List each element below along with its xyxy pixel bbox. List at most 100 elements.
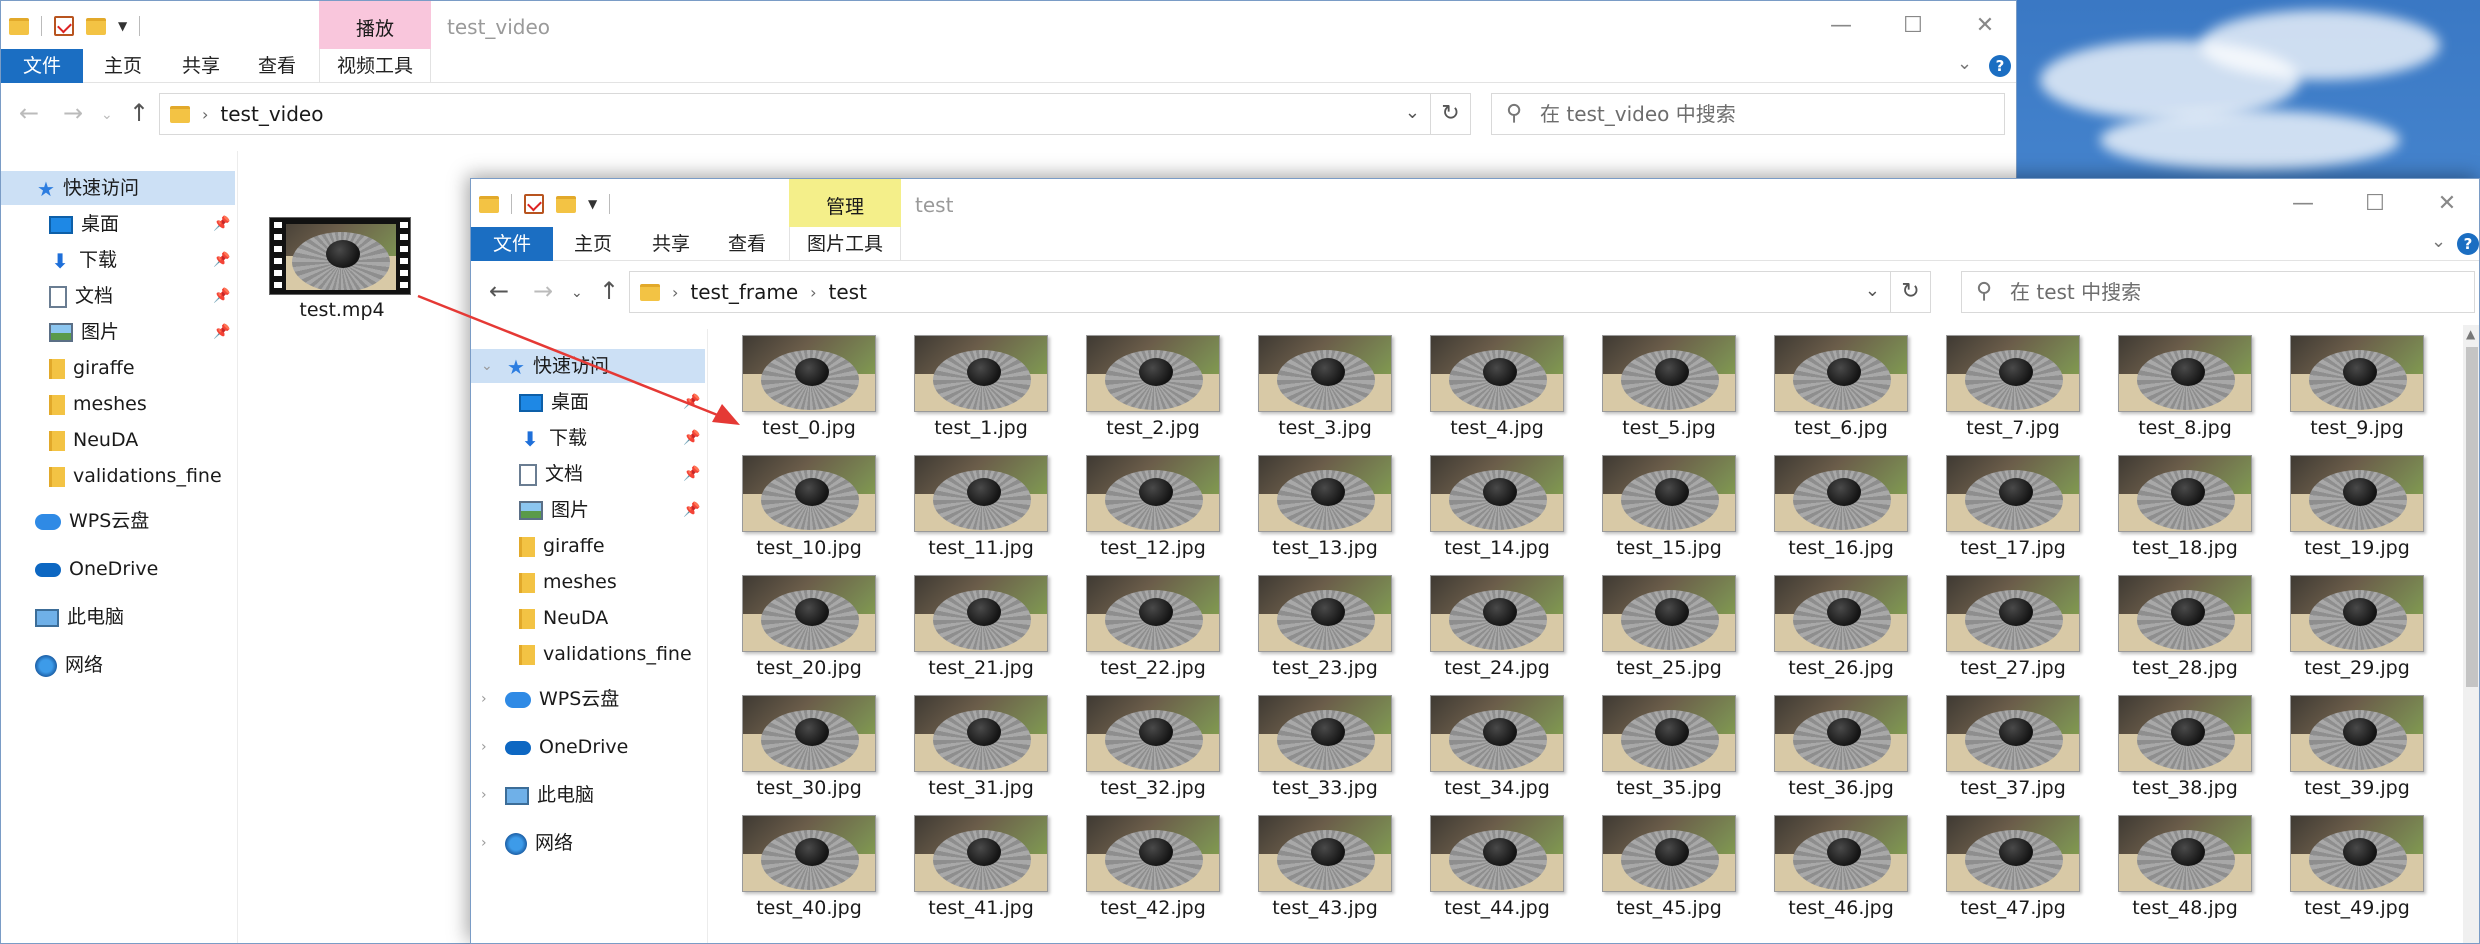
customize-toolbar-dropdown-icon[interactable]: ▼ bbox=[118, 19, 127, 33]
recent-locations-icon[interactable]: ⌄ bbox=[101, 107, 113, 123]
file-name: test_8.jpg bbox=[2138, 417, 2232, 439]
nav-item-folder[interactable]: NeuDA bbox=[1, 423, 235, 457]
nav-item-download[interactable]: ⬇ 下载 📌 bbox=[1, 243, 235, 277]
nav-item-computer[interactable]: › 此电脑 bbox=[471, 778, 705, 812]
tab-home[interactable]: 主页 bbox=[93, 49, 153, 83]
file-name: test_43.jpg bbox=[1272, 897, 1378, 919]
properties-icon[interactable] bbox=[524, 194, 544, 214]
image-thumbnail bbox=[1258, 695, 1392, 772]
nav-item-pictures[interactable]: 图片 📌 bbox=[471, 493, 705, 527]
file-name: test.mp4 bbox=[299, 299, 385, 321]
nav-item-onedrive[interactable]: › OneDrive bbox=[471, 730, 705, 764]
nav-item-label: giraffe bbox=[543, 535, 605, 557]
file-name: test_1.jpg bbox=[934, 417, 1028, 439]
tab-file[interactable]: 文件 bbox=[1, 49, 83, 83]
breadcrumb-test-frame[interactable]: test_frame bbox=[690, 280, 798, 304]
folder-icon bbox=[170, 105, 190, 123]
tab-share[interactable]: 共享 bbox=[171, 49, 231, 83]
refresh-icon[interactable]: ↻ bbox=[1891, 271, 1931, 313]
back-arrow-icon[interactable]: ← bbox=[489, 277, 509, 305]
address-dropdown-icon[interactable]: ⌄ bbox=[1865, 280, 1880, 301]
address-bar[interactable]: › test_frame › test ⌄ bbox=[629, 271, 1891, 313]
nav-item-pictures[interactable]: 图片 📌 bbox=[1, 315, 235, 349]
tab-view[interactable]: 查看 bbox=[247, 49, 307, 83]
search-box[interactable]: ⚲ 在 test_video 中搜索 bbox=[1491, 93, 2005, 135]
nav-item-desktop[interactable]: 桌面 📌 bbox=[1, 207, 235, 241]
forward-arrow-icon[interactable]: → bbox=[533, 277, 553, 305]
desktop-icon bbox=[519, 393, 543, 412]
expand-chevron-icon[interactable]: › bbox=[481, 682, 487, 716]
minimize-icon[interactable]: — bbox=[1805, 9, 1877, 43]
nav-item-folder[interactable]: NeuDA bbox=[471, 601, 705, 635]
title-bar[interactable]: ▼ 播放 test_video — ☐ ✕ bbox=[1, 1, 2016, 81]
scrollbar-thumb[interactable] bbox=[2466, 347, 2478, 687]
address-bar[interactable]: › test_video ⌄ bbox=[159, 93, 1431, 135]
nav-item-onedrive[interactable]: OneDrive bbox=[1, 552, 235, 586]
nav-item-document[interactable]: 文档 📌 bbox=[1, 279, 235, 313]
image-thumbnail bbox=[2290, 455, 2424, 532]
nav-item-folder[interactable]: meshes bbox=[471, 565, 705, 599]
maximize-icon[interactable]: ☐ bbox=[1877, 9, 1949, 43]
help-icon[interactable]: ? bbox=[1989, 55, 2011, 77]
ribbon-expand-icon[interactable]: ⌄ bbox=[1957, 53, 1972, 74]
file-name: test_20.jpg bbox=[756, 657, 862, 679]
tab-file[interactable]: 文件 bbox=[471, 227, 553, 261]
nav-item-label: OneDrive bbox=[539, 736, 629, 758]
explorer-window-test[interactable]: ▼ 管理 test — ☐ ✕ 文件 主页 共享 查看 图片工具 ⌄ ? ← →… bbox=[470, 178, 2480, 944]
title-bar[interactable]: ▼ 管理 test — ☐ ✕ bbox=[471, 179, 2479, 259]
nav-item-label: 快速访问 bbox=[62, 177, 139, 199]
expand-chevron-icon[interactable]: › bbox=[481, 778, 487, 812]
tab-view[interactable]: 查看 bbox=[717, 227, 777, 261]
nav-item-star[interactable]: ⌄ ★ 快速访问 bbox=[471, 349, 705, 383]
customize-toolbar-dropdown-icon[interactable]: ▼ bbox=[588, 197, 597, 211]
new-folder-icon[interactable] bbox=[86, 17, 106, 35]
expand-chevron-icon[interactable]: › bbox=[481, 826, 487, 860]
nav-item-network[interactable]: › 网络 bbox=[471, 826, 705, 860]
address-dropdown-icon[interactable]: ⌄ bbox=[1405, 102, 1420, 123]
back-arrow-icon[interactable]: ← bbox=[19, 99, 39, 127]
scroll-up-icon[interactable]: ▲ bbox=[2466, 327, 2475, 341]
tab-home[interactable]: 主页 bbox=[563, 227, 623, 261]
nav-item-star[interactable]: ★ 快速访问 bbox=[1, 171, 235, 205]
tab-picture-tools[interactable]: 图片工具 bbox=[789, 227, 901, 261]
image-thumbnail bbox=[1086, 575, 1220, 652]
up-arrow-icon[interactable]: ↑ bbox=[599, 277, 619, 305]
nav-item-folder[interactable]: meshes bbox=[1, 387, 235, 421]
nav-item-cloud[interactable]: › WPS云盘 bbox=[471, 682, 705, 716]
tab-video-tools[interactable]: 视频工具 bbox=[319, 49, 431, 83]
image-thumbnail bbox=[1430, 815, 1564, 892]
nav-item-desktop[interactable]: 桌面 📌 bbox=[471, 385, 705, 419]
search-box[interactable]: ⚲ 在 test 中搜索 bbox=[1961, 271, 2475, 313]
breadcrumb-test-video[interactable]: test_video bbox=[220, 102, 323, 126]
help-icon[interactable]: ? bbox=[2457, 233, 2479, 255]
up-arrow-icon[interactable]: ↑ bbox=[129, 99, 149, 127]
nav-item-cloud[interactable]: WPS云盘 bbox=[1, 504, 235, 538]
breadcrumb-test[interactable]: test bbox=[829, 280, 867, 304]
nav-item-folder[interactable]: giraffe bbox=[1, 351, 235, 385]
image-thumbnail bbox=[1086, 455, 1220, 532]
expand-chevron-icon[interactable]: › bbox=[481, 730, 487, 764]
expand-chevron-icon[interactable]: ⌄ bbox=[481, 349, 493, 383]
maximize-icon[interactable]: ☐ bbox=[2339, 187, 2411, 221]
tab-share[interactable]: 共享 bbox=[641, 227, 701, 261]
file-name: test_41.jpg bbox=[928, 897, 1034, 919]
minimize-icon[interactable]: — bbox=[2267, 187, 2339, 221]
nav-item-label: 网络 bbox=[65, 654, 104, 676]
nav-item-folder[interactable]: validations_fine bbox=[471, 637, 705, 671]
refresh-icon[interactable]: ↻ bbox=[1431, 93, 1471, 135]
vertical-scrollbar[interactable]: ▲ bbox=[2463, 325, 2479, 943]
properties-icon[interactable] bbox=[54, 16, 74, 36]
recent-locations-icon[interactable]: ⌄ bbox=[571, 285, 583, 301]
nav-item-folder[interactable]: giraffe bbox=[471, 529, 705, 563]
close-icon[interactable]: ✕ bbox=[2411, 187, 2479, 221]
nav-item-document[interactable]: 文档 📌 bbox=[471, 457, 705, 491]
forward-arrow-icon[interactable]: → bbox=[63, 99, 83, 127]
nav-item-network[interactable]: 网络 bbox=[1, 648, 235, 682]
nav-item-folder[interactable]: validations_fine bbox=[1, 459, 235, 493]
nav-item-computer[interactable]: 此电脑 bbox=[1, 600, 235, 634]
close-icon[interactable]: ✕ bbox=[1949, 9, 2016, 43]
nav-item-download[interactable]: ⬇ 下载 📌 bbox=[471, 421, 705, 455]
new-folder-icon[interactable] bbox=[556, 195, 576, 213]
ribbon-expand-icon[interactable]: ⌄ bbox=[2431, 231, 2446, 252]
window-controls: — ☐ ✕ bbox=[2267, 187, 2479, 221]
